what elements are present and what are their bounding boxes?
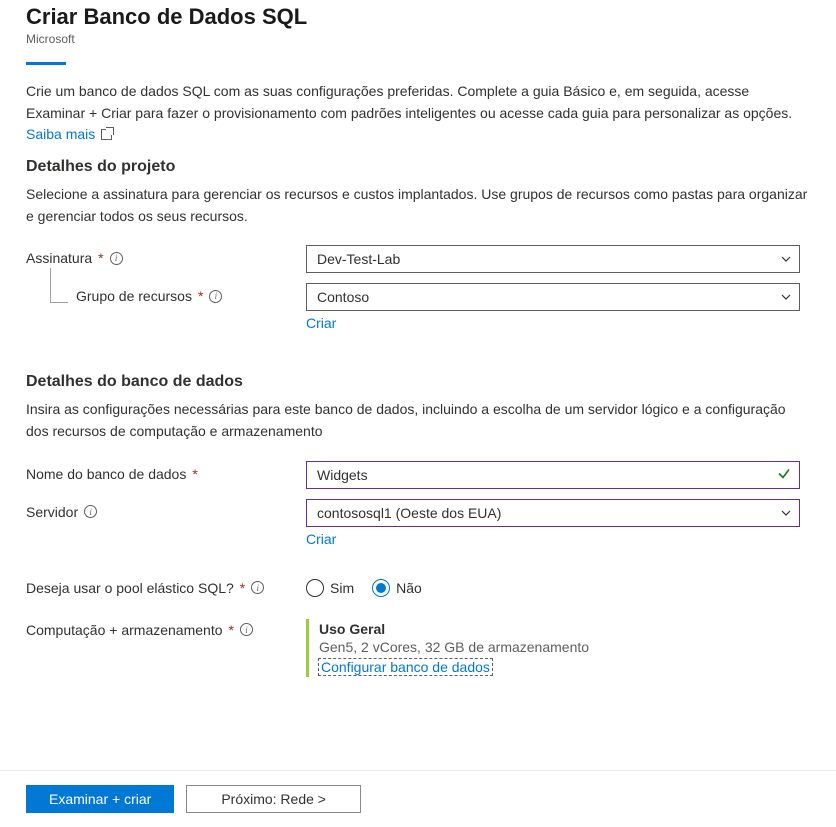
radio-icon (372, 579, 390, 597)
elastic-pool-no-label: Não (396, 580, 422, 596)
subscription-value: Dev-Test-Lab (317, 251, 400, 267)
info-icon[interactable]: i (110, 252, 123, 265)
create-server-link[interactable]: Criar (306, 531, 336, 547)
subscription-label: Assinatura (26, 250, 92, 266)
elastic-pool-yes-label: Sim (330, 580, 354, 596)
db-name-label: Nome do banco de dados (26, 466, 186, 482)
configure-database-link[interactable]: Configurar banco de dados (319, 659, 492, 675)
elastic-pool-radio-group: Sim Não (306, 575, 800, 597)
elastic-pool-no-radio[interactable]: Não (372, 579, 422, 597)
required-indicator: * (240, 580, 245, 596)
compute-label: Computação + armazenamento (26, 622, 223, 638)
learn-more-link[interactable]: Saiba mais (26, 126, 112, 142)
info-icon[interactable]: i (240, 623, 253, 636)
required-indicator: * (198, 288, 203, 304)
server-dropdown[interactable]: contososql1 (Oeste dos EUA) (306, 499, 800, 527)
check-icon (777, 466, 791, 483)
elastic-pool-label: Deseja usar o pool elástico SQL? (26, 580, 234, 596)
db-name-input[interactable]: Widgets (306, 461, 800, 489)
resource-group-dropdown[interactable]: Contoso (306, 283, 800, 311)
info-icon[interactable]: i (209, 290, 222, 303)
info-icon[interactable]: i (251, 581, 264, 594)
section-desc-db: Insira as configurações necessárias para… (26, 399, 810, 442)
chevron-down-icon (781, 292, 791, 302)
server-label: Servidor (26, 504, 78, 520)
chevron-down-icon (781, 508, 791, 518)
chevron-down-icon (781, 254, 791, 264)
resource-group-value: Contoso (317, 289, 369, 305)
radio-icon (306, 579, 324, 597)
db-name-value: Widgets (317, 467, 368, 483)
subscription-dropdown[interactable]: Dev-Test-Lab (306, 245, 800, 273)
intro-text: Crie um banco de dados SQL com as suas c… (26, 81, 810, 146)
create-resource-group-link[interactable]: Criar (306, 315, 336, 331)
intro-body: Crie um banco de dados SQL com as suas c… (26, 83, 792, 121)
section-desc-project: Selecione a assinatura para gerenciar os… (26, 184, 810, 227)
section-title-db: Detalhes do banco de dados (26, 373, 810, 391)
compute-spec: Gen5, 2 vCores, 32 GB de armazenamento (319, 639, 800, 655)
compute-tier: Uso Geral (319, 621, 800, 637)
required-indicator: * (192, 466, 197, 482)
page-subtitle: Microsoft (26, 32, 810, 46)
page-title: Criar Banco de Dados SQL (26, 4, 810, 30)
review-create-button[interactable]: Examinar + criar (26, 785, 174, 813)
info-icon[interactable]: i (84, 505, 97, 518)
server-value: contososql1 (Oeste dos EUA) (317, 505, 501, 521)
external-link-icon (101, 129, 112, 140)
resource-group-label: Grupo de recursos (76, 288, 192, 304)
elastic-pool-yes-radio[interactable]: Sim (306, 579, 354, 597)
compute-summary: Uso Geral Gen5, 2 vCores, 32 GB de armaz… (306, 619, 800, 677)
next-networking-button[interactable]: Próximo: Rede > (186, 785, 361, 813)
required-indicator: * (229, 622, 234, 638)
required-indicator: * (98, 250, 103, 266)
footer-bar: Examinar + criar Próximo: Rede > (0, 770, 836, 827)
section-title-project: Detalhes do projeto (26, 158, 810, 176)
